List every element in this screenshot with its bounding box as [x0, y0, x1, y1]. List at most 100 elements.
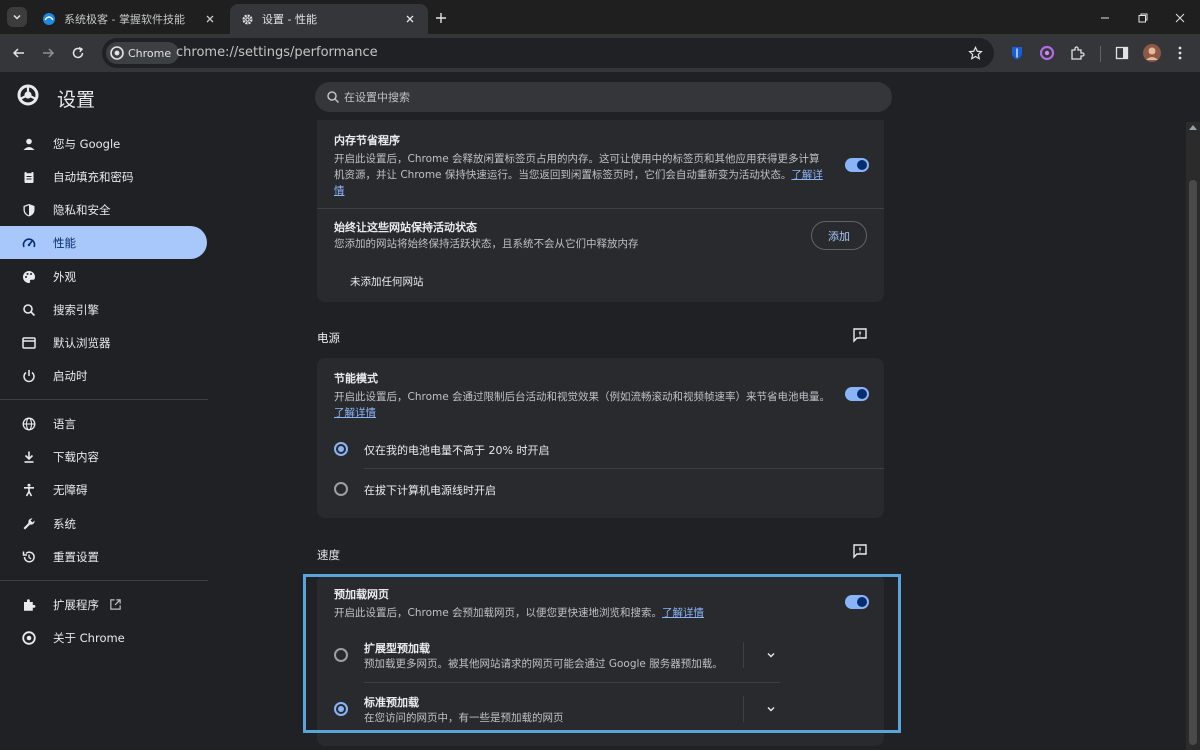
- tab-settings-performance[interactable]: 设置 - 性能: [230, 4, 428, 34]
- sidebar-item-languages[interactable]: 语言: [0, 407, 207, 440]
- unplugged-radio[interactable]: [334, 482, 348, 496]
- url-text[interactable]: chrome://settings/performance: [176, 45, 378, 60]
- sidebar-item-reset[interactable]: 重置设置: [0, 540, 207, 573]
- chrome-menu-icon[interactable]: [1170, 43, 1190, 63]
- address-bar[interactable]: Chrome chrome://settings/performance: [102, 38, 994, 68]
- learn-more-link[interactable]: 了解详情: [334, 407, 376, 419]
- toolbar-divider: [1100, 46, 1101, 62]
- browser-icon: [21, 335, 37, 351]
- new-tab-button[interactable]: [432, 9, 450, 27]
- memory-saver-card: 内存节省程序 开启此设置后，Chrome 会释放闲置标签页占用的内存。这可让使用…: [317, 120, 884, 302]
- sidebar-item-downloads[interactable]: 下载内容: [0, 440, 207, 473]
- sidebar-item-you-and-google[interactable]: 您与 Google: [0, 127, 207, 160]
- clipboard-icon: [21, 169, 37, 185]
- tab-xitongjike[interactable]: 系统极客 - 掌握软件技能: [32, 4, 228, 34]
- feedback-icon[interactable]: [852, 543, 868, 559]
- divider: [364, 468, 884, 469]
- settings-sidebar: 您与 Google 自动填充和密码 隐私和安全 性能 外观 搜索引擎 默认浏览器…: [0, 122, 215, 750]
- sidebar-item-label: 下载内容: [53, 449, 99, 464]
- settings-search[interactable]: [315, 82, 892, 112]
- sidebar-item-extensions[interactable]: 扩展程序: [0, 588, 207, 621]
- sidebar-item-system[interactable]: 系统: [0, 507, 207, 540]
- unplugged-label: 在拔下计算机电源线时开启: [364, 484, 496, 497]
- bookmark-star-icon[interactable]: [966, 44, 984, 62]
- chrome-logo-icon: [17, 84, 39, 106]
- browser-toolbar: Chrome chrome://settings/performance: [0, 34, 1200, 72]
- learn-more-link[interactable]: 了解详情: [662, 607, 704, 619]
- sidebar-item-label: 您与 Google: [53, 136, 121, 151]
- search-input[interactable]: [344, 82, 864, 112]
- sidebar-item-autofill[interactable]: 自动填充和密码: [0, 160, 207, 193]
- sidebar-divider: [0, 580, 208, 581]
- sidebar-item-search-engine[interactable]: 搜索引擎: [0, 293, 207, 326]
- extensions-puzzle-icon[interactable]: [1067, 43, 1087, 63]
- scrollbar-thumb[interactable]: [1189, 180, 1197, 745]
- standard-preload-title: 标准预加载: [364, 696, 419, 709]
- close-icon[interactable]: [402, 11, 418, 27]
- scroll-up-arrow-icon[interactable]: [1189, 125, 1197, 130]
- close-icon[interactable]: [202, 11, 218, 27]
- sidebar-item-label: 无障碍: [53, 482, 88, 497]
- reload-button[interactable]: [68, 43, 88, 63]
- divider: [317, 208, 884, 209]
- divider: [743, 696, 744, 722]
- no-sites-label: 未添加任何网站: [350, 276, 424, 288]
- chip-label: Chrome: [128, 46, 172, 60]
- back-button[interactable]: [9, 43, 29, 63]
- profile-avatar[interactable]: [1142, 43, 1162, 63]
- person-icon: [21, 136, 37, 152]
- extended-preload-title: 扩展型预加载: [364, 642, 430, 655]
- sidebar-item-privacy[interactable]: 隐私和安全: [0, 193, 207, 226]
- energy-saver-text: 节能模式 开启此设置后，Chrome 会通过限制后台活动和视觉效果（例如流畅滚动…: [334, 370, 834, 421]
- preload-title: 预加载网页: [334, 588, 389, 601]
- expand-extended-button[interactable]: [763, 647, 779, 663]
- expand-standard-button[interactable]: [763, 701, 779, 717]
- forward-button[interactable]: [38, 43, 58, 63]
- sidebar-item-label: 重置设置: [53, 549, 99, 564]
- sidebar-item-appearance[interactable]: 外观: [0, 260, 207, 293]
- preload-desc-text: 开启此设置后，Chrome 会预加载网页，以便您更快速地浏览和搜索。: [334, 607, 663, 619]
- preload-toggle[interactable]: [845, 595, 869, 609]
- chevron-down-icon: [13, 14, 21, 20]
- close-window-button[interactable]: [1170, 8, 1190, 28]
- sidebar-item-label: 隐私和安全: [53, 202, 111, 217]
- tab-title: 设置 - 性能: [262, 13, 317, 26]
- sidebar-item-label: 性能: [53, 235, 76, 250]
- battery-20-radio[interactable]: [334, 442, 348, 456]
- site-chip[interactable]: Chrome: [106, 42, 180, 64]
- arrow-right-icon: [43, 48, 55, 58]
- bitwarden-extension-icon[interactable]: [1007, 43, 1027, 63]
- search-icon: [327, 91, 340, 104]
- restore-icon: [1138, 13, 1148, 23]
- side-panel-icon[interactable]: [1112, 43, 1132, 63]
- energy-saver-desc: 开启此设置后，Chrome 会通过限制后台活动和视觉效果（例如流畅滚动和视频帧速…: [334, 389, 834, 421]
- sidebar-item-performance[interactable]: 性能: [0, 226, 207, 259]
- divider: [364, 682, 780, 683]
- battery-20-label: 仅在我的电池电量不高于 20% 时开启: [364, 444, 550, 457]
- minimize-button[interactable]: [1095, 8, 1115, 28]
- sidebar-item-accessibility[interactable]: 无障碍: [0, 473, 207, 506]
- search-icon: [21, 302, 37, 318]
- energy-saver-toggle[interactable]: [845, 387, 869, 401]
- memory-saver-toggle[interactable]: [845, 158, 869, 172]
- sidebar-item-label: 扩展程序: [53, 597, 99, 612]
- sidebar-item-label: 默认浏览器: [53, 335, 111, 350]
- tab-search-button[interactable]: [7, 7, 27, 27]
- extended-preload-text: 扩展型预加载 预加载更多网页。被其他网站请求的网页可能会通过 Google 服务…: [364, 640, 723, 672]
- scrollbar[interactable]: [1186, 122, 1200, 750]
- restore-button[interactable]: [1133, 8, 1153, 28]
- sidebar-item-about-chrome[interactable]: 关于 Chrome: [0, 621, 207, 654]
- globe-icon: [21, 416, 37, 432]
- extended-preload-radio[interactable]: [334, 648, 348, 662]
- sidebar-divider: [0, 399, 208, 400]
- sidebar-item-default-browser[interactable]: 默认浏览器: [0, 326, 207, 359]
- feedback-icon[interactable]: [852, 327, 868, 343]
- standard-preload-radio[interactable]: [334, 702, 348, 716]
- site-favicon-icon: [42, 12, 56, 26]
- shield-icon: [21, 202, 37, 218]
- add-site-button[interactable]: 添加: [811, 221, 867, 250]
- sidebar-item-on-startup[interactable]: 启动时: [0, 359, 207, 392]
- ai-extension-icon[interactable]: [1037, 43, 1057, 63]
- puzzle-icon: [21, 597, 37, 613]
- sidebar-item-label: 语言: [53, 416, 76, 431]
